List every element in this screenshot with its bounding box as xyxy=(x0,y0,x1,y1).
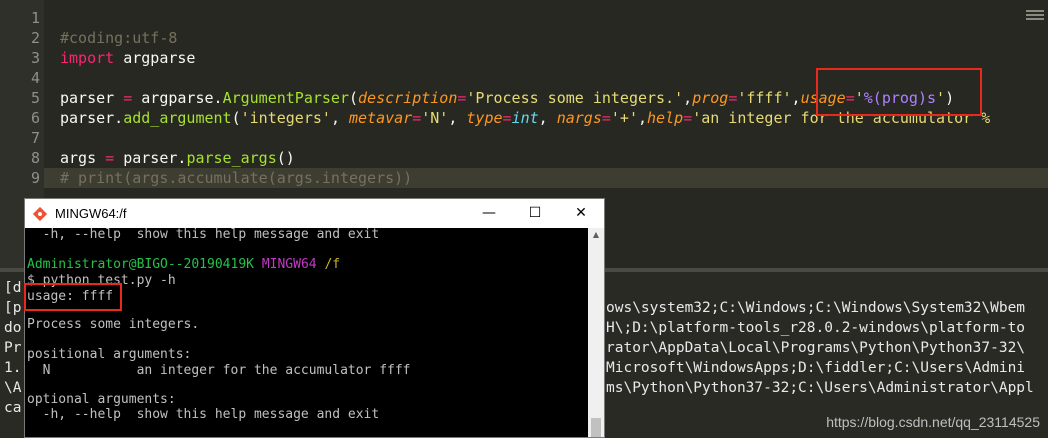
console-line-fragment: [p xyxy=(4,300,22,316)
console-line-fragment: ca xyxy=(4,400,22,416)
line-number: 6 xyxy=(30,109,40,127)
scroll-up-icon[interactable]: ▲ xyxy=(588,228,604,242)
code-token: type xyxy=(466,109,503,127)
console-path-line: Microsoft\WindowsApps;D:\fiddler;C:\User… xyxy=(606,360,1026,376)
code-token: = xyxy=(601,109,611,127)
code-token: ArgumentParser xyxy=(222,89,349,107)
code-token: parser xyxy=(60,89,124,107)
code-token: metavar xyxy=(349,109,413,127)
code-token: 'integers' xyxy=(240,109,331,127)
scroll-thumb[interactable] xyxy=(591,418,601,437)
console-path-line: ows\system32;C:\Windows;C:\Windows\Syste… xyxy=(606,300,1026,316)
highlight-usage-output xyxy=(24,283,122,311)
minimap[interactable] xyxy=(1026,8,1044,22)
mingw64-terminal-window[interactable]: MINGW64:/f — ☐ ✕ -h, --help show this he… xyxy=(24,198,605,438)
code-token: #coding:utf-8 xyxy=(60,29,178,47)
description-line: Process some integers. xyxy=(27,317,200,332)
code-token: args xyxy=(60,149,106,167)
code-line: import argparse xyxy=(60,48,1040,68)
line-number: 9 xyxy=(30,169,40,187)
code-token: help xyxy=(647,109,684,127)
code-line: # print(args.accumulate(args.integers)) xyxy=(60,168,1040,188)
code-token: parse_args xyxy=(186,149,277,167)
code-token: 'N' xyxy=(421,109,449,127)
code-token: nargs xyxy=(556,109,602,127)
maximize-button[interactable]: ☐ xyxy=(512,199,558,228)
line-number: 8 xyxy=(30,149,40,167)
code-token: = xyxy=(728,89,738,107)
optional-arg-line: -h, --help show this help message and ex… xyxy=(27,407,380,422)
highlight-usage-arg xyxy=(816,68,982,116)
minimize-button[interactable]: — xyxy=(466,199,512,228)
code-token: = xyxy=(105,149,115,167)
code-token: ( xyxy=(231,109,241,127)
code-token: parser. xyxy=(60,109,124,127)
console-path-line: H\;D:\platform-tools_r28.0.2-windows\pla… xyxy=(606,320,1026,336)
code-token: import xyxy=(60,49,115,67)
prompt-user: Administrator@BIGO--20190419K xyxy=(27,257,254,272)
line-number: 1 xyxy=(30,9,40,27)
terminal-scrollbar[interactable]: ▲ xyxy=(588,228,604,437)
watermark-text: https://blog.csdn.net/qq_23114525 xyxy=(826,414,1040,430)
code-token: , xyxy=(538,109,557,127)
console-line-fragment: Pr xyxy=(4,340,22,356)
console-line-fragment: \A xyxy=(4,380,22,396)
code-token: , xyxy=(683,89,693,107)
code-token: # print(args.accumulate(args.integers)) xyxy=(60,169,413,187)
terminal-output[interactable]: -h, --help show this help message and ex… xyxy=(25,227,587,437)
prompt-dir: /f xyxy=(324,257,341,272)
code-token: int xyxy=(511,109,539,127)
code-token: description xyxy=(358,89,458,107)
code-token: , xyxy=(791,89,801,107)
code-token: parser. xyxy=(114,149,187,167)
terminal-title: MINGW64:/f xyxy=(55,206,127,221)
code-token: '+' xyxy=(610,109,638,127)
line-number: 7 xyxy=(30,129,40,147)
code-token: () xyxy=(276,149,295,167)
code-token: argparse xyxy=(114,49,196,67)
code-line: #coding:utf-8 xyxy=(60,28,1040,48)
code-token: argparse. xyxy=(132,89,223,107)
code-token: = xyxy=(123,89,133,107)
code-token: = xyxy=(412,109,422,127)
console-line-fragment: do xyxy=(4,320,22,336)
prompt-shell: MINGW64 xyxy=(261,257,317,272)
code-token: , xyxy=(448,109,467,127)
code-token: , xyxy=(638,109,648,127)
line-number: 4 xyxy=(30,69,40,87)
console-path-line: rator\AppData\Local\Programs\Python\Pyth… xyxy=(606,340,1026,356)
console-line-fragment: 1. xyxy=(4,360,22,376)
code-token: 'Process some integers.' xyxy=(466,89,684,107)
git-icon xyxy=(33,207,47,221)
help-line-top: -h, --help show this help message and ex… xyxy=(27,227,380,242)
console-line-fragment: [d xyxy=(4,280,22,296)
code-token: add_argument xyxy=(123,109,232,127)
positional-arg-line: N an integer for the accumulator ffff xyxy=(27,363,411,378)
code-token: prog xyxy=(692,89,729,107)
line-number: 2 xyxy=(30,29,40,47)
code-token: ( xyxy=(349,89,359,107)
code-token: = xyxy=(683,109,693,127)
console-path-line: ms\Python\Python37-32;C:\Users\Administr… xyxy=(606,380,1034,396)
close-button[interactable]: ✕ xyxy=(558,199,604,228)
code-line: args = parser.parse_args() xyxy=(60,148,1040,168)
terminal-title-bar[interactable]: MINGW64:/f — ☐ ✕ xyxy=(25,199,604,228)
line-number: 5 xyxy=(30,89,40,107)
code-token: , xyxy=(330,109,349,127)
code-token: = xyxy=(502,109,512,127)
code-token: 'ffff' xyxy=(737,89,792,107)
line-number: 3 xyxy=(30,49,40,67)
